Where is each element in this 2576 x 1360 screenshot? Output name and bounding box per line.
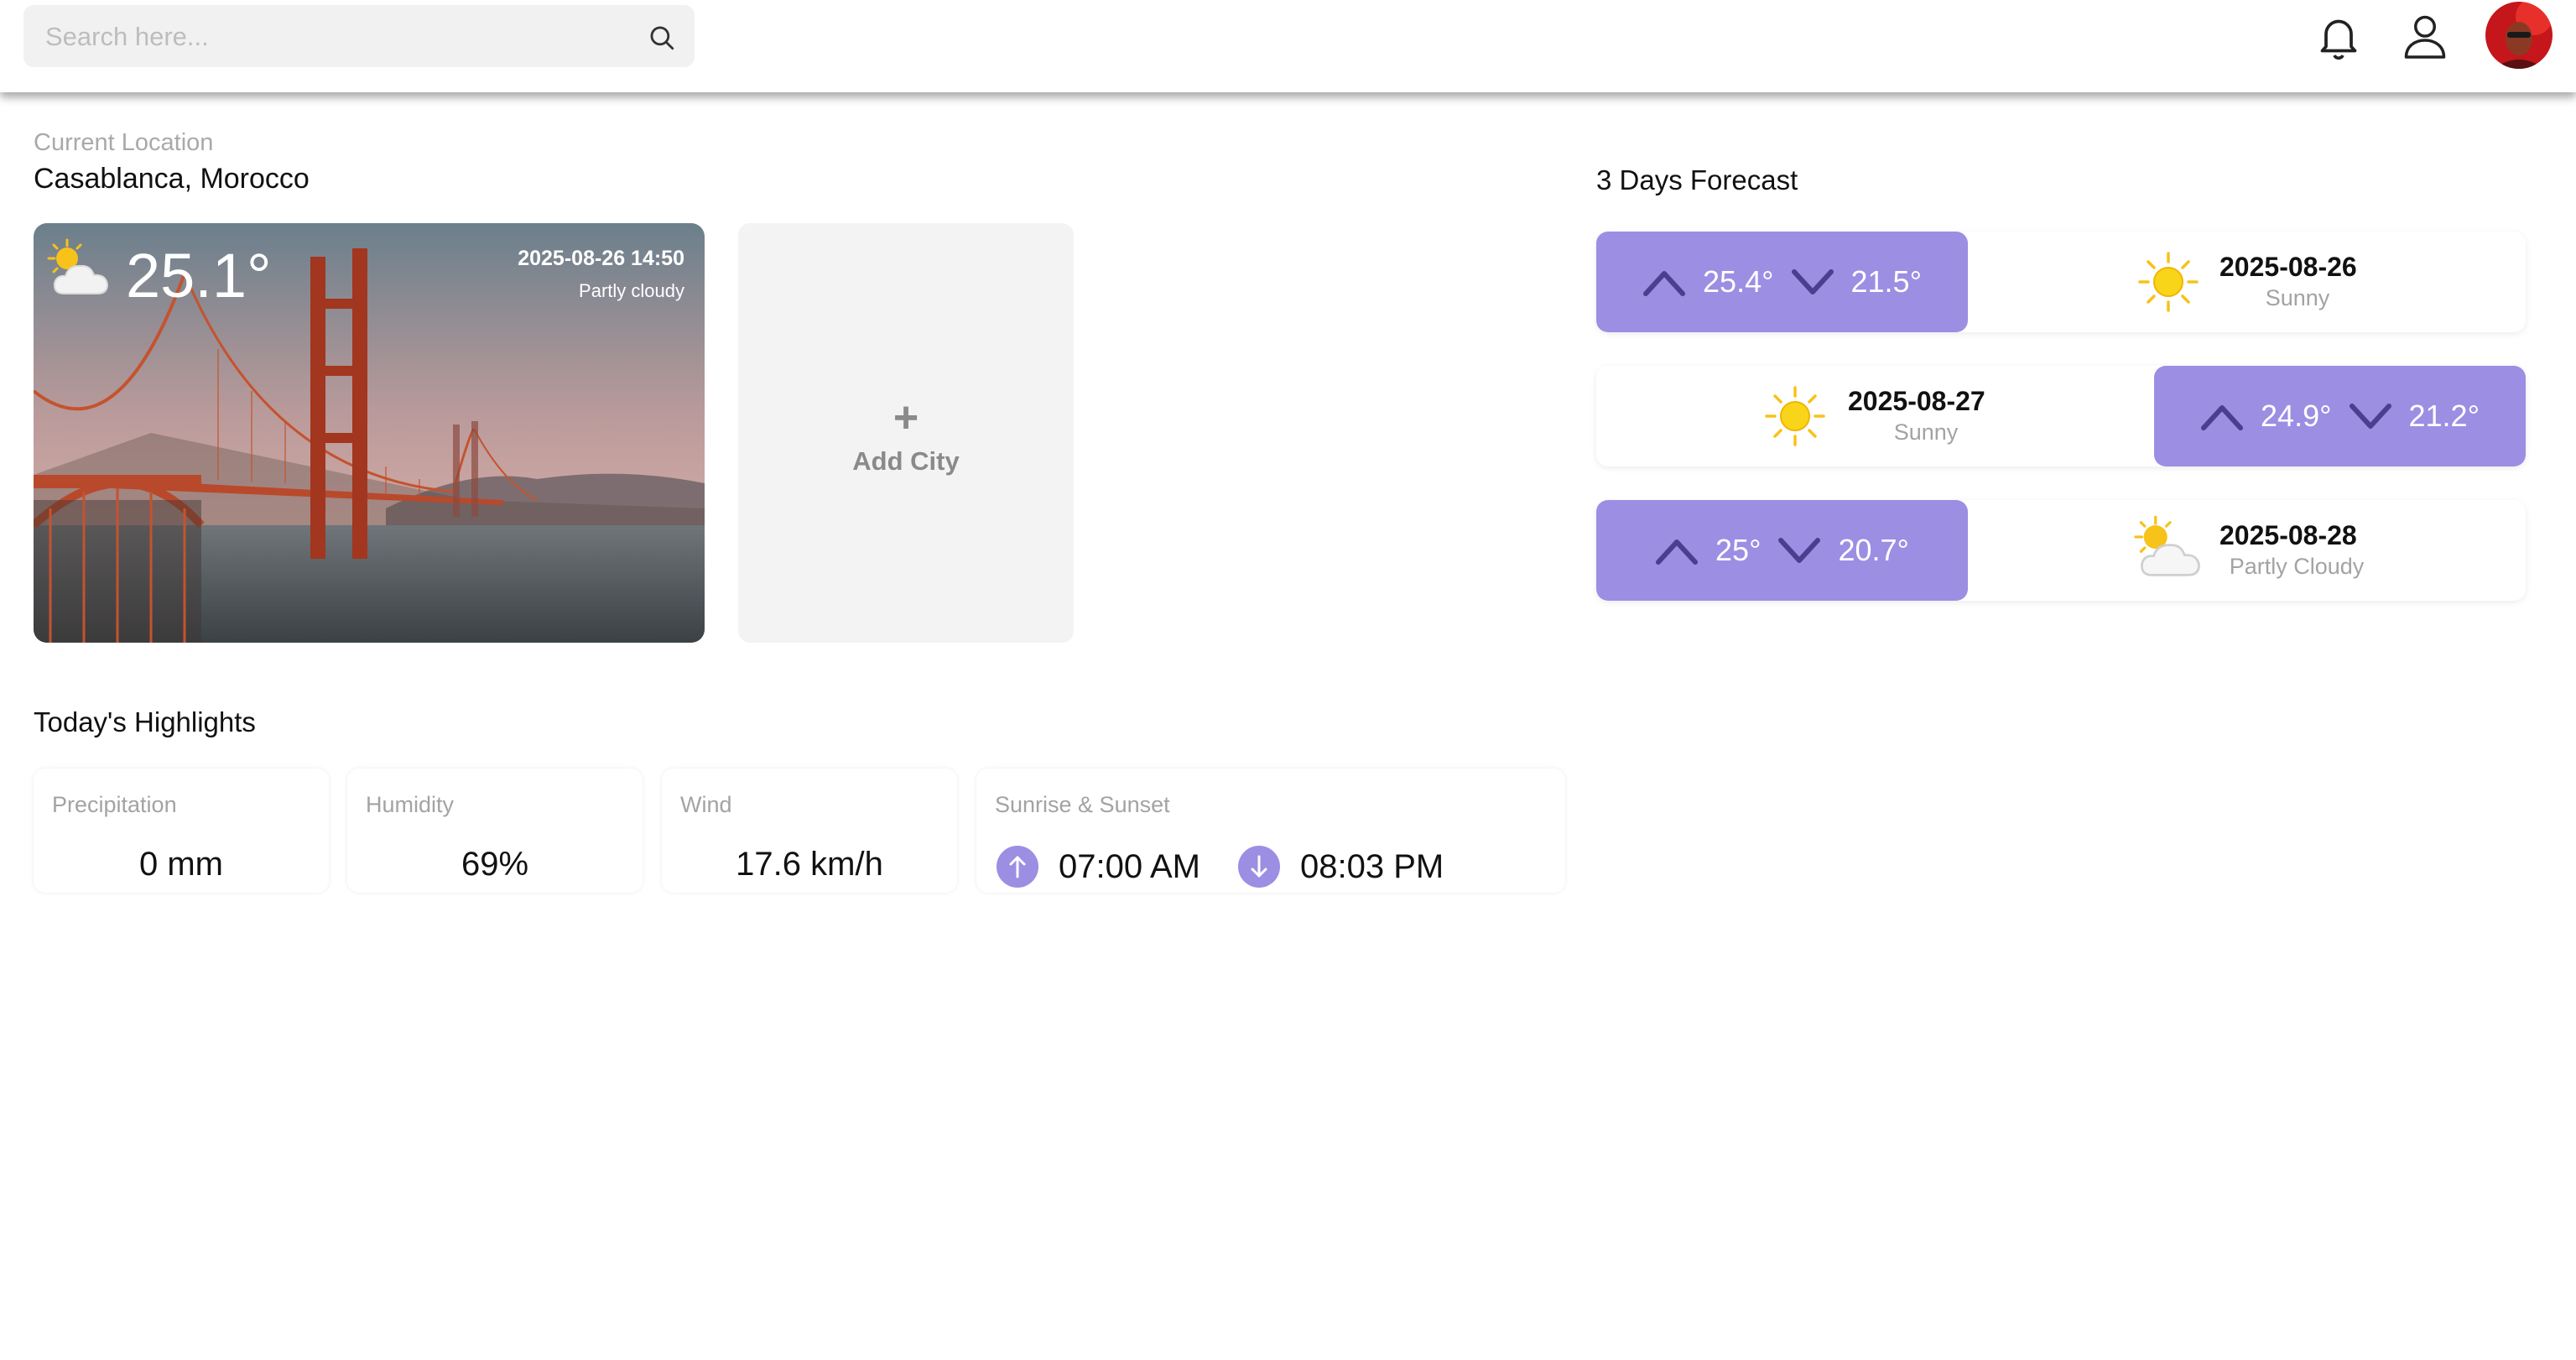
- location-name: Casablanca, Morocco: [34, 163, 310, 195]
- forecast-row[interactable]: 25.4° 21.5° 2025-08-26 Sunny: [1596, 232, 2526, 332]
- sunset-icon: [1238, 846, 1280, 888]
- forecast-condition: Sunny: [1893, 419, 1959, 445]
- sunrise-sunset-label: Sunrise & Sunset: [995, 792, 1170, 817]
- arrow-down-icon: [2349, 404, 2391, 429]
- arrow-up-icon: [1656, 539, 1699, 565]
- forecast-date: 2025-08-26: [2220, 252, 2357, 282]
- sun-icon: [2138, 252, 2199, 312]
- forecast-condition: Partly Cloudy: [2229, 554, 2365, 579]
- partly-cloudy-icon: [2134, 515, 2200, 576]
- precipitation-card: Precipitation 0 mm: [34, 769, 329, 893]
- forecast-low: 21.2°: [2408, 399, 2480, 433]
- partly-cloudy-icon: [47, 238, 109, 294]
- forecast-condition: Sunny: [2265, 285, 2330, 310]
- forecast-temp-pill: 25° 20.7°: [1596, 500, 1968, 601]
- wind-label: Wind: [680, 792, 732, 817]
- sun-icon: [1765, 386, 1825, 446]
- sunrise-sunset-card: Sunrise & Sunset 07:00 AM 08:03 PM: [976, 769, 1565, 893]
- forecast-row[interactable]: 2025-08-27 Sunny 24.9° 21.2°: [1596, 366, 2526, 466]
- precipitation-label: Precipitation: [52, 792, 177, 817]
- wind-value: 17.6 km/h: [736, 846, 883, 883]
- forecast-low: 21.5°: [1850, 264, 1922, 299]
- search-input[interactable]: [44, 5, 634, 69]
- current-condition: Partly cloudy: [579, 280, 684, 301]
- highlights-title: Today's Highlights: [34, 706, 256, 737]
- forecast-row[interactable]: 25° 20.7° 2025-08-28 Partly Cloudy: [1596, 500, 2526, 601]
- forecast-temp-pill: 25.4° 21.5°: [1596, 232, 1968, 332]
- arrow-up-icon: [2201, 405, 2244, 430]
- sunrise-time: 07:00 AM: [1059, 847, 1201, 885]
- current-weather-card[interactable]: 25.1° 2025-08-26 14:50 Partly cloudy: [34, 223, 705, 643]
- sunset-time: 08:03 PM: [1300, 847, 1444, 885]
- forecast-high: 25°: [1715, 533, 1762, 567]
- current-location-label: Current Location: [34, 129, 214, 156]
- forecast-date: 2025-08-28: [2220, 520, 2357, 550]
- humidity-label: Humidity: [366, 792, 455, 817]
- arrow-down-icon: [1791, 269, 1834, 294]
- wind-card: Wind 17.6 km/h: [662, 769, 957, 893]
- humidity-card: Humidity 69%: [347, 769, 643, 893]
- plus-icon: +: [892, 393, 919, 442]
- forecast-high: 25.4°: [1703, 264, 1774, 299]
- forecast-temp-pill: 24.9° 21.2°: [2154, 366, 2526, 466]
- sunset-row: 08:03 PM: [1238, 846, 1444, 888]
- search-icon[interactable]: [648, 23, 676, 52]
- add-city-label: Add City: [852, 446, 960, 476]
- current-temperature: 25.1°: [126, 241, 272, 310]
- arrow-down-icon: [1778, 538, 1821, 563]
- sunrise-row: 07:00 AM: [997, 846, 1200, 888]
- search-bar[interactable]: [23, 5, 695, 69]
- precipitation-value: 0 mm: [139, 846, 223, 883]
- sunrise-icon: [997, 846, 1038, 888]
- avatar[interactable]: [2485, 2, 2553, 69]
- arrow-up-icon: [1643, 271, 1686, 296]
- forecast-high: 24.9°: [2261, 399, 2332, 433]
- top-bar: [0, 0, 2576, 92]
- humidity-value: 69%: [461, 846, 529, 883]
- forecast-low: 20.7°: [1838, 533, 1909, 567]
- current-datetime: 2025-08-26 14:50: [518, 247, 684, 270]
- forecast-title: 3 Days Forecast: [1596, 164, 1798, 195]
- add-city-button[interactable]: + Add City: [738, 223, 1074, 643]
- user-icon[interactable]: [2400, 10, 2450, 62]
- forecast-date: 2025-08-27: [1848, 386, 1985, 416]
- bell-icon[interactable]: [2313, 10, 2364, 62]
